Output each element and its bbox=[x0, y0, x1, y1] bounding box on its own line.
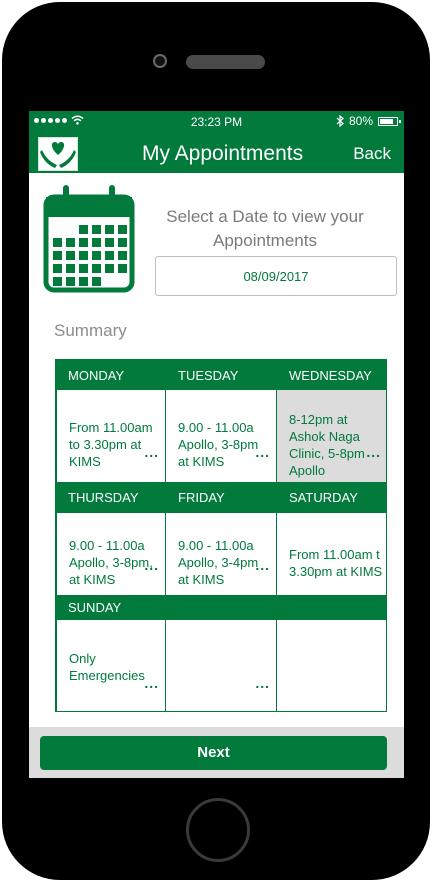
empty-day-cell[interactable]: ... bbox=[165, 620, 277, 711]
calendar-day-square bbox=[66, 251, 75, 260]
footer-bar: Next bbox=[29, 727, 404, 778]
day-header-thursday: THURSDAY bbox=[56, 482, 166, 513]
empty-day-cell[interactable] bbox=[276, 620, 386, 711]
more-icon[interactable]: ... bbox=[255, 444, 270, 460]
calendar-day-square bbox=[53, 277, 62, 286]
earpiece-speaker bbox=[186, 55, 265, 69]
calendar-day-square bbox=[79, 251, 88, 260]
back-button[interactable]: Back bbox=[353, 144, 391, 164]
home-button[interactable] bbox=[186, 798, 250, 862]
day-cell-saturday[interactable]: From 11.00am t 3.30pm at KIMS bbox=[276, 513, 386, 595]
day-header-monday: MONDAY bbox=[56, 360, 166, 390]
date-prompt: Select a Date to view your Appointments bbox=[155, 205, 375, 253]
day-schedule-text: 9.00 - 11.00a Apollo, 3-8pm, at KIMS bbox=[69, 538, 153, 587]
calendar-day-square bbox=[105, 238, 114, 247]
app-logo bbox=[38, 137, 78, 171]
prompt-line-2: Appointments bbox=[213, 231, 317, 250]
heart-hands-icon bbox=[40, 142, 76, 168]
calendar-icon bbox=[43, 185, 135, 293]
calendar-day-square bbox=[79, 238, 88, 247]
date-field[interactable]: 08/09/2017 bbox=[155, 256, 397, 296]
calendar-day-square bbox=[53, 238, 62, 247]
calendar-day-square bbox=[92, 225, 101, 234]
calendar-day-square bbox=[66, 264, 75, 273]
weekly-summary-grid: MONDAY TUESDAY WEDNESDAY From 11.00am to… bbox=[55, 359, 387, 712]
day-header-sunday: SUNDAY bbox=[56, 595, 386, 620]
calendar-day-square bbox=[105, 251, 114, 260]
day-cell-tuesday[interactable]: 9.00 - 11.00a Apollo, 3-8pm at KIMS ... bbox=[165, 390, 277, 482]
calendar-day-square bbox=[118, 225, 127, 234]
app-screen: 23:23 PM 80% My Appointments Back Select… bbox=[29, 111, 404, 778]
status-bar: 23:23 PM 80% bbox=[29, 111, 404, 133]
calendar-day-square bbox=[79, 277, 88, 286]
day-cell-wednesday[interactable]: 8-12pm at Ashok Naga Clinic, 5-8pm Apoll… bbox=[276, 390, 386, 482]
more-icon[interactable]: ... bbox=[144, 557, 159, 573]
day-schedule-text: 8-12pm at Ashok Naga Clinic, 5-8pm Apoll… bbox=[289, 412, 365, 478]
calendar-day-square bbox=[53, 251, 62, 260]
app-bar: My Appointments Back bbox=[29, 133, 404, 173]
day-header-tuesday: TUESDAY bbox=[166, 360, 277, 390]
calendar-day-square bbox=[92, 277, 101, 286]
calendar-day-square bbox=[79, 225, 88, 234]
next-button[interactable]: Next bbox=[40, 736, 387, 770]
day-schedule-text: 9.00 - 11.00a Apollo, 3-8pm at KIMS bbox=[178, 420, 259, 469]
day-header-wednesday: WEDNESDAY bbox=[277, 360, 386, 390]
calendar-day-square bbox=[92, 251, 101, 260]
day-schedule-text: From 11.00am t 3.30pm at KIMS bbox=[289, 547, 383, 579]
more-icon[interactable]: ... bbox=[366, 444, 381, 460]
day-header-saturday: SATURDAY bbox=[277, 482, 386, 513]
day-schedule-text: From 11.00am to 3.30pm at KIMS bbox=[69, 420, 153, 469]
day-cell-friday[interactable]: 9.00 - 11.00a Apollo, 3-4pm at KIMS ... bbox=[165, 513, 277, 595]
calendar-day-square bbox=[105, 225, 114, 234]
calendar-day-square bbox=[118, 264, 127, 273]
front-camera bbox=[153, 54, 167, 68]
calendar-day-square bbox=[105, 264, 114, 273]
battery-icon bbox=[378, 116, 401, 126]
calendar-day-square bbox=[118, 251, 127, 260]
summary-heading: Summary bbox=[54, 321, 127, 340]
calendar-day-square bbox=[92, 238, 101, 247]
calendar-day-square bbox=[53, 264, 62, 273]
more-icon[interactable]: ... bbox=[255, 675, 270, 691]
more-icon[interactable]: ... bbox=[144, 444, 159, 460]
page-title: My Appointments bbox=[142, 142, 304, 165]
calendar-day-square bbox=[66, 238, 75, 247]
day-schedule-text: 9.00 - 11.00a Apollo, 3-4pm at KIMS bbox=[178, 538, 259, 587]
calendar-day-square bbox=[118, 238, 127, 247]
prompt-line-1: Select a Date to view your bbox=[166, 207, 364, 226]
day-cell-monday[interactable]: From 11.00am to 3.30pm at KIMS ... bbox=[56, 390, 166, 482]
day-cell-sunday[interactable]: Only Emergencies ... bbox=[56, 620, 166, 711]
day-cell-thursday[interactable]: 9.00 - 11.00a Apollo, 3-8pm, at KIMS ... bbox=[56, 513, 166, 595]
calendar-day-square bbox=[79, 264, 88, 273]
calendar-day-square bbox=[92, 264, 101, 273]
more-icon[interactable]: ... bbox=[255, 557, 270, 573]
date-value: 08/09/2017 bbox=[243, 269, 309, 284]
day-schedule-text: Only Emergencies bbox=[69, 651, 145, 683]
bluetooth-icon bbox=[336, 115, 344, 127]
more-icon[interactable]: ... bbox=[144, 675, 159, 691]
day-header-friday: FRIDAY bbox=[166, 482, 277, 513]
battery-percent: 80% bbox=[348, 114, 373, 128]
calendar-day-square bbox=[66, 277, 75, 286]
